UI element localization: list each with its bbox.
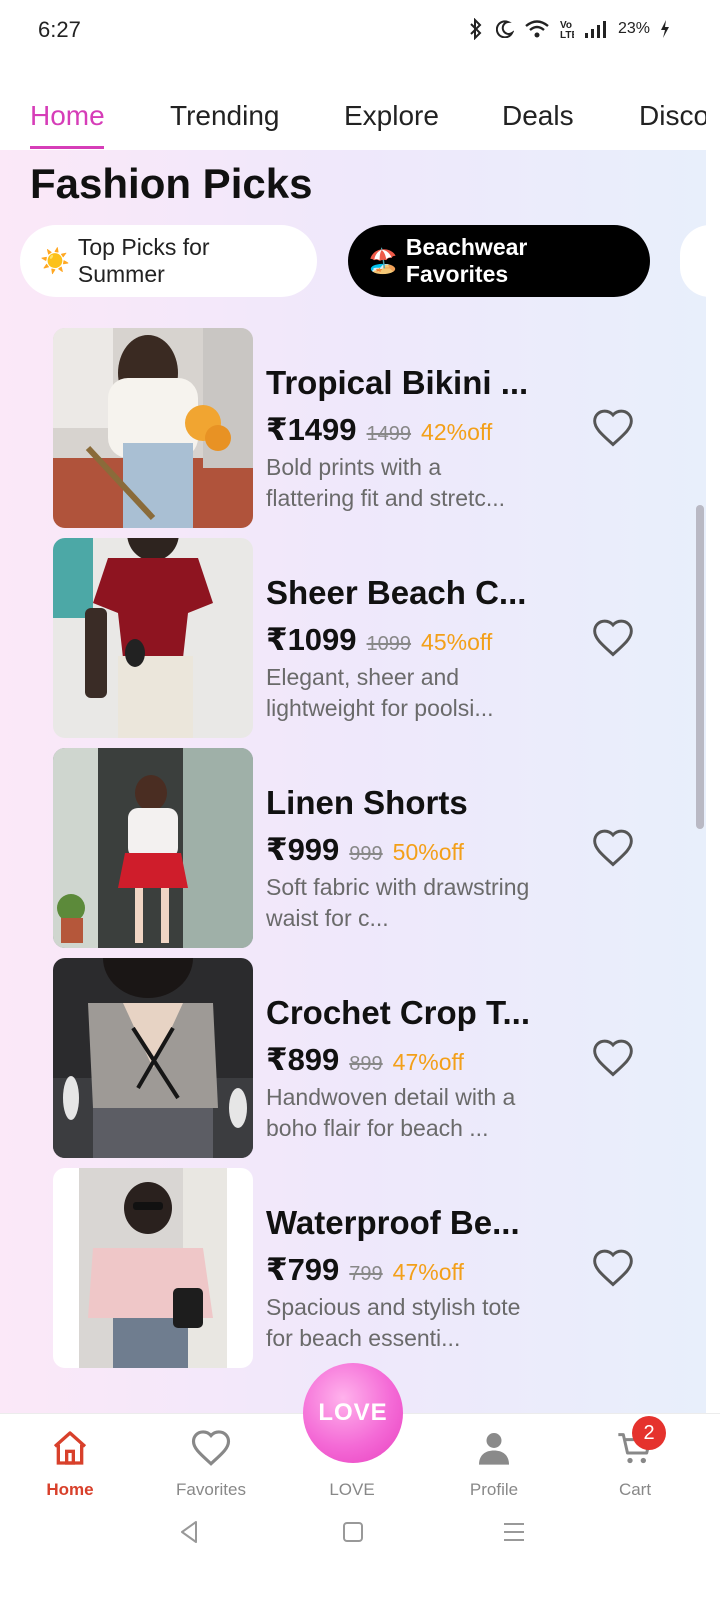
nav-label: Cart (618, 1480, 652, 1499)
product-name[interactable]: Crochet Crop T... (266, 994, 530, 1032)
scrollbar-thumb[interactable] (696, 505, 704, 829)
bluetooth-icon (466, 18, 486, 40)
product-card[interactable]: Waterproof Be... ₹799 799 47%off Spaciou… (53, 1168, 673, 1368)
price-row: ₹899 899 47%off (266, 1042, 464, 1078)
wifi-icon (524, 19, 550, 39)
product-image[interactable] (53, 538, 253, 738)
nav-label: Profile (469, 1480, 519, 1499)
tab-trending[interactable]: Trending (170, 100, 279, 132)
product-card[interactable]: Sheer Beach C... ₹1099 1099 45%off Elega… (53, 538, 673, 738)
battery-percent: 23% (617, 20, 650, 37)
price-row: ₹999 999 50%off (266, 832, 464, 868)
system-navigation-bar (0, 1513, 720, 1600)
chip-top-picks-summer[interactable]: ☀️ Top Picks for Summer (20, 225, 317, 297)
tab-home[interactable]: Home (30, 100, 105, 132)
status-time: 6:27 (38, 17, 81, 42)
signal-icon (584, 19, 608, 39)
love-button[interactable]: LOVE (303, 1363, 403, 1463)
heart-icon[interactable] (591, 616, 635, 660)
chip-label: Top Picks for Summer (77, 234, 210, 287)
product-description: Soft fabric with drawstring waist for c.… (266, 874, 530, 931)
product-name[interactable]: Sheer Beach C... (266, 574, 526, 612)
product-discount: 47%off (392, 1259, 464, 1285)
product-image[interactable] (53, 748, 253, 948)
tab-deals[interactable]: Deals (502, 100, 574, 132)
product-card[interactable]: Tropical Bikini ... ₹1499 1499 42%off Bo… (53, 328, 673, 528)
product-discount: 45%off (421, 629, 493, 655)
heart-icon[interactable] (591, 406, 635, 450)
cart-count-badge: 2 (632, 1416, 666, 1450)
back-icon[interactable] (176, 1519, 202, 1550)
beach-umbrella-icon: 🏖️ (368, 247, 398, 275)
product-name[interactable]: Tropical Bikini ... (266, 364, 528, 402)
product-description: Handwoven detail with a boho flair for b… (266, 1084, 516, 1141)
product-image[interactable] (53, 1168, 253, 1368)
product-name[interactable]: Linen Shorts (266, 784, 468, 822)
product-discount: 42%off (421, 419, 493, 445)
product-name[interactable]: Waterproof Be... (266, 1204, 520, 1242)
tab-explore[interactable]: Explore (344, 100, 439, 132)
moon-icon (495, 20, 514, 38)
volte-icon: VoLTE (560, 18, 574, 40)
product-description: Elegant, sheer and lightweight for pools… (266, 664, 494, 721)
heart-icon[interactable] (591, 1036, 635, 1080)
nav-label: Home (46, 1480, 94, 1499)
menu-icon[interactable] (502, 1521, 526, 1548)
nav-label: LOVE (329, 1480, 375, 1499)
heart-icon[interactable] (591, 826, 635, 870)
product-list-area[interactable]: Fashion Picks ☀️ Top Picks for Summer 🏖️… (0, 150, 706, 1413)
heart-outline-icon (151, 1424, 271, 1472)
product-image[interactable] (53, 328, 253, 528)
product-discount: 47%off (392, 1049, 464, 1075)
product-price: ₹799 (266, 1252, 340, 1287)
price-row: ₹1499 1499 42%off (266, 412, 492, 448)
home-button-icon[interactable] (342, 1521, 364, 1548)
nav-favorites[interactable]: Favorites (151, 1424, 271, 1500)
home-icon (10, 1424, 130, 1472)
product-description: Bold prints with a flattering fit and st… (266, 454, 506, 511)
person-icon (434, 1424, 554, 1472)
nav-home[interactable]: Home (10, 1424, 130, 1500)
product-price: ₹1499 (266, 412, 357, 447)
status-icons: VoLTE 23% (466, 18, 670, 40)
product-price: ₹999 (266, 832, 340, 867)
sun-icon: ☀️ (40, 247, 70, 275)
nav-profile[interactable]: Profile (434, 1424, 554, 1500)
chip-label: Beachwear Favorites (405, 234, 528, 287)
product-description: Spacious and stylish tote for beach esse… (266, 1294, 521, 1351)
chip-beachwear-favorites[interactable]: 🏖️ Beachwear Favorites (348, 225, 650, 297)
svg-text:LTE: LTE (560, 30, 574, 40)
heart-icon[interactable] (591, 1246, 635, 1290)
product-mrp: 1499 (366, 423, 412, 445)
product-image[interactable] (53, 958, 253, 1158)
active-tab-indicator (30, 146, 104, 149)
price-row: ₹799 799 47%off (266, 1252, 464, 1288)
product-mrp: 799 (349, 1263, 383, 1285)
product-discount: 50%off (392, 839, 464, 865)
nav-label: Favorites (176, 1480, 246, 1499)
product-card[interactable]: Crochet Crop T... ₹899 899 47%off Handwo… (53, 958, 673, 1158)
product-price: ₹1099 (266, 622, 357, 657)
product-mrp: 899 (349, 1053, 383, 1075)
price-row: ₹1099 1099 45%off (266, 622, 492, 658)
product-price: ₹899 (266, 1042, 340, 1077)
section-title: Fashion Picks (30, 160, 313, 207)
tab-discover[interactable]: Disco (639, 100, 706, 132)
product-mrp: 999 (349, 843, 383, 865)
category-tabs: Home Trending Explore Deals Disco (0, 60, 706, 150)
product-card[interactable]: Linen Shorts ₹999 999 50%off Soft fabric… (53, 748, 673, 948)
charging-icon (660, 19, 670, 39)
status-bar: 6:27 VoLTE 23% (0, 0, 720, 60)
product-mrp: 1099 (366, 633, 412, 655)
chip-next-partial[interactable] (680, 225, 706, 297)
